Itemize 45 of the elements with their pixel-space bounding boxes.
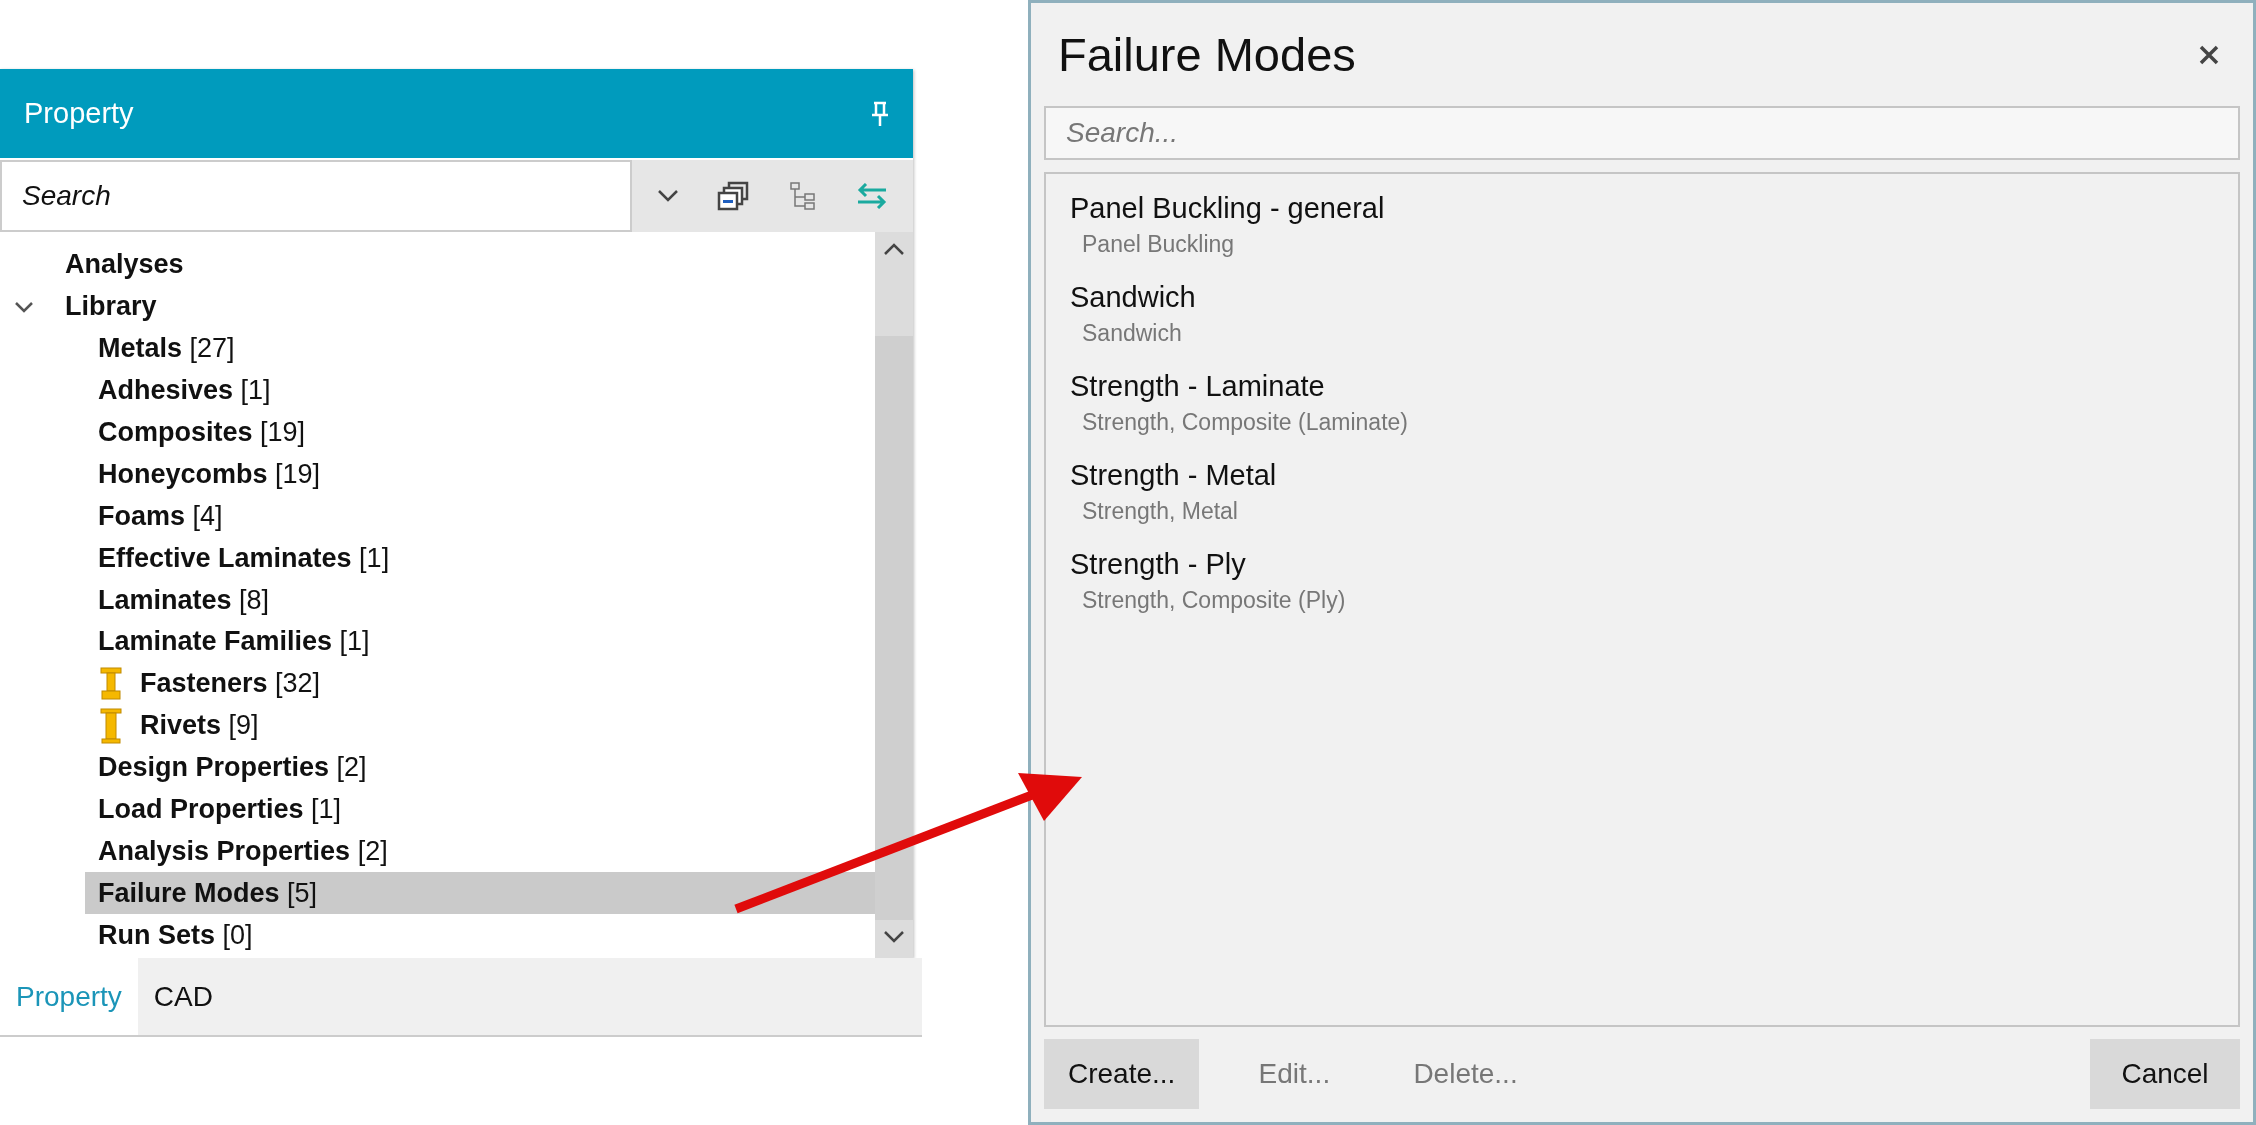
search-field[interactable]: Search...	[1044, 106, 2240, 160]
list-item[interactable]: Panel Buckling - general	[1070, 192, 2214, 225]
tree-item[interactable]: Adhesives [1]	[85, 369, 875, 412]
list-item[interactable]: Strength - Ply	[1070, 548, 2214, 581]
scrollbar[interactable]	[875, 232, 913, 958]
dialog-button[interactable]: Create...	[1044, 1039, 1200, 1109]
tree-item[interactable]: Rivets [9]	[85, 704, 875, 747]
item-type-text: Strength, Metal	[1081, 498, 1239, 525]
search-field[interactable]: Search	[0, 160, 632, 232]
scroll-up-icon[interactable]	[883, 242, 905, 256]
cancel-button[interactable]: Cancel	[2090, 1039, 2240, 1109]
dialog-title: Failure Modes	[1058, 27, 1356, 82]
item-type-text: Panel Buckling	[1081, 231, 1236, 258]
panel-title: Property	[24, 97, 134, 130]
tree-item[interactable]: Foams [4]	[85, 495, 875, 538]
scrollbar-thumb[interactable]	[875, 336, 913, 920]
tree-item[interactable]: Laminate Families [1]	[85, 621, 875, 663]
tree-item[interactable]: Metals [27]	[85, 327, 875, 370]
tree-item[interactable]: Load Properties [1]	[85, 788, 875, 831]
tree-item[interactable]: Honeycombs [19]	[85, 453, 875, 496]
chevron-down-icon[interactable]	[14, 300, 34, 313]
item-type-text: Strength, Composite (Ply)	[1081, 587, 1347, 614]
list-item[interactable]: Strength - Laminate	[1070, 370, 2214, 403]
tree-item[interactable]: Library	[65, 291, 157, 323]
tree-item[interactable]: Composites [19]	[85, 411, 875, 454]
list-item[interactable]: Sandwich	[1070, 281, 2214, 314]
panel-tab[interactable]: CAD	[137, 958, 229, 1035]
scroll-down-icon[interactable]	[883, 930, 905, 944]
tree-item[interactable]: Run Sets [0]	[85, 914, 875, 957]
item-type-text: Strength, Composite (Laminate)	[1081, 409, 1409, 436]
tree-item[interactable]: Failure Modes [5]	[85, 872, 875, 915]
rivet-icon	[98, 707, 124, 744]
close-icon[interactable]	[2198, 43, 2220, 66]
tree-item[interactable]: Laminates [8]	[85, 579, 875, 621]
item-type-text: Sandwich	[1081, 320, 1183, 347]
tree-item[interactable]: Analyses	[65, 249, 184, 281]
tree-item[interactable]: Effective Laminates [1]	[85, 537, 875, 580]
list-item[interactable]: Strength - Metal	[1070, 459, 2214, 492]
pin-icon[interactable]	[871, 100, 889, 127]
tree-item[interactable]: Analysis Properties [2]	[85, 830, 875, 873]
tree-item[interactable]: Fasteners [32]	[85, 662, 875, 705]
chevron-down-icon[interactable]	[656, 189, 679, 203]
bolt-icon	[98, 666, 124, 701]
tree-item[interactable]: Design Properties [2]	[85, 746, 875, 789]
collapse-all-icon[interactable]	[716, 181, 751, 211]
